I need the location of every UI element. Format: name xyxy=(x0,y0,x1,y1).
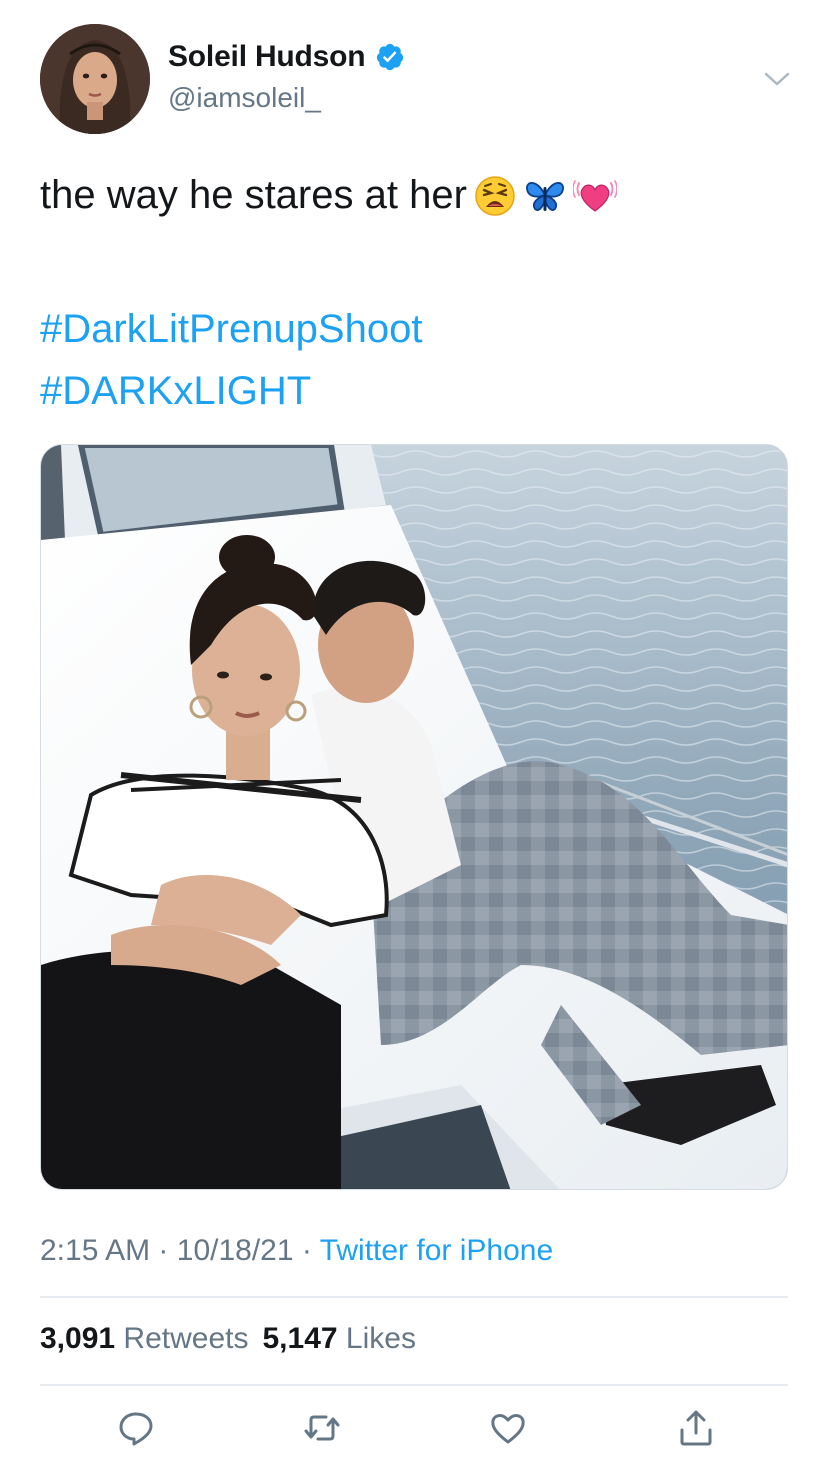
tweet-photo[interactable] xyxy=(40,444,788,1190)
beating-heart-emoji xyxy=(572,173,618,217)
avatar[interactable] xyxy=(40,24,150,134)
share-icon[interactable] xyxy=(676,1408,716,1448)
author-handle[interactable]: @iamsoleil_ xyxy=(168,82,321,114)
tweet-text-body: the way he stares at her xyxy=(40,173,467,217)
tweet-source-link[interactable]: Twitter for iPhone xyxy=(320,1234,553,1267)
tweet-time[interactable]: 2:15 AM xyxy=(40,1234,150,1267)
hashtag-link[interactable]: #DarkLitPrenupShoot xyxy=(40,298,422,360)
meta-separator: · xyxy=(158,1234,169,1267)
tweet-timestamp: 2:15 AM · 10/18/21 · Twitter for iPhone xyxy=(40,1234,553,1268)
engagement-stats: 3,091 Retweets 5,147 Likes xyxy=(40,1322,416,1356)
weary-face-emoji xyxy=(473,173,517,217)
tweet-date[interactable]: 10/18/21 xyxy=(177,1234,294,1267)
likes-count: 5,147 xyxy=(262,1322,338,1355)
retweets-stat[interactable]: 3,091 Retweets xyxy=(40,1322,248,1355)
likes-label: Likes xyxy=(345,1322,416,1355)
retweets-label: Retweets xyxy=(123,1322,249,1355)
like-icon[interactable] xyxy=(488,1408,528,1448)
author-name-row: Soleil Hudson xyxy=(168,40,405,74)
chevron-down-icon[interactable] xyxy=(762,64,792,94)
divider xyxy=(40,1296,788,1298)
divider xyxy=(40,1384,788,1386)
retweets-count: 3,091 xyxy=(40,1322,116,1355)
blue-butterfly-emoji xyxy=(523,173,567,217)
reply-icon[interactable] xyxy=(116,1408,156,1448)
meta-separator: · xyxy=(301,1234,312,1267)
tweet-text: the way he stares at her xyxy=(40,168,618,222)
tweet-detail: Soleil Hudson @iamsoleil_ the way he sta… xyxy=(0,0,828,1474)
retweet-icon[interactable] xyxy=(302,1408,342,1448)
hashtag-link[interactable]: #DARKxLIGHT xyxy=(40,360,422,422)
verified-badge-icon xyxy=(375,42,405,72)
display-name[interactable]: Soleil Hudson xyxy=(168,40,366,74)
hashtag-list: #DarkLitPrenupShoot #DARKxLIGHT xyxy=(40,298,422,422)
likes-stat[interactable]: 5,147 Likes xyxy=(262,1322,415,1355)
